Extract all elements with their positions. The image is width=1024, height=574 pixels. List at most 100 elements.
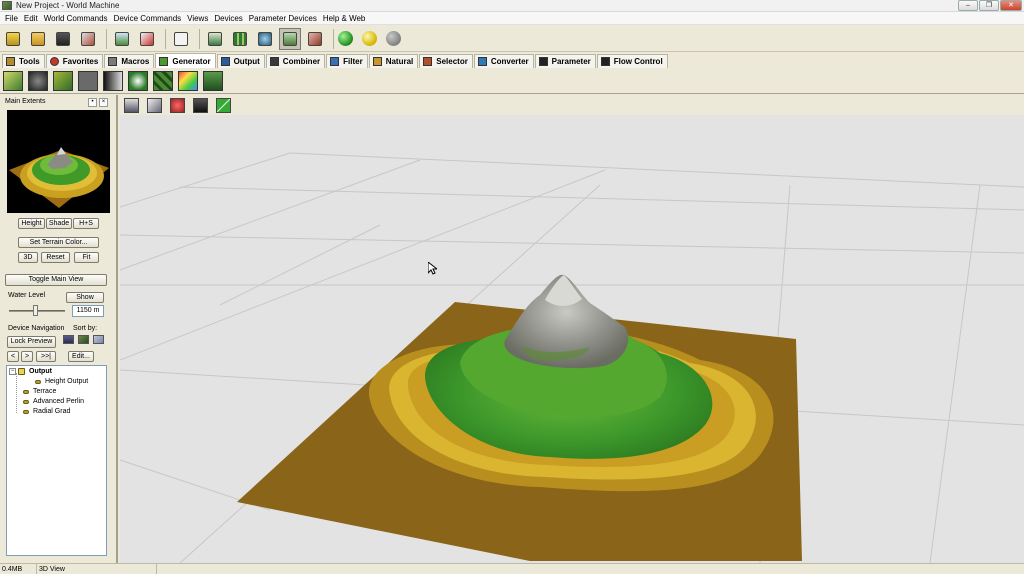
tree-item-advanced-perlin[interactable]: Advanced Perlin — [23, 398, 84, 405]
lighting-icon[interactable] — [147, 97, 162, 113]
build-button[interactable] — [77, 28, 99, 50]
menu-edit[interactable]: Edit — [21, 12, 41, 25]
3d-view-button[interactable] — [279, 27, 301, 50]
render-settings-icon[interactable] — [170, 97, 185, 113]
menu-world-commands[interactable]: World Commands — [41, 12, 111, 25]
file-input-device-icon[interactable] — [203, 70, 223, 91]
menu-device-commands[interactable]: Device Commands — [111, 12, 185, 25]
menu-parameter-devices[interactable]: Parameter Devices — [246, 12, 320, 25]
constant-device-icon[interactable] — [78, 70, 98, 91]
layout-view-button[interactable] — [229, 28, 251, 50]
sort-graph-icon[interactable] — [78, 335, 89, 344]
set-terrain-color-button[interactable]: Set Terrain Color... — [18, 237, 99, 248]
preview-reset-button[interactable]: Reset — [41, 252, 70, 263]
randomize-button[interactable] — [170, 28, 192, 50]
build-green-orb-icon[interactable] — [338, 31, 353, 46]
save-project-button[interactable] — [52, 28, 74, 50]
height-shade-view-button[interactable]: H+S — [73, 218, 99, 229]
screenshot-camera-icon[interactable] — [193, 97, 208, 113]
tree-item-output[interactable]: − Output — [9, 368, 52, 375]
tab-generator[interactable]: Generator — [155, 53, 216, 68]
lock-preview-button[interactable]: Lock Preview — [7, 336, 56, 348]
nav-forward-button[interactable]: > — [21, 351, 33, 362]
terrain-3d-render — [120, 152, 1024, 563]
combiner-icon — [269, 57, 279, 66]
basic-noise-device-icon[interactable] — [3, 70, 23, 91]
shade-view-button[interactable]: Shade — [46, 218, 72, 229]
window-title: New Project - World Machine — [16, 1, 120, 10]
nav-last-button[interactable]: >>| — [36, 351, 56, 362]
terrain-preview-button[interactable] — [111, 28, 133, 50]
open-project-button[interactable] — [27, 28, 49, 50]
camera-view-icon[interactable] — [124, 97, 139, 113]
water-level-slider-thumb[interactable] — [33, 305, 38, 316]
tree-item-terrace[interactable]: Terrace — [23, 388, 56, 395]
sort-type-icon[interactable] — [93, 335, 104, 344]
device-view-button[interactable] — [204, 28, 226, 50]
preview-fit-button[interactable]: Fit — [74, 252, 99, 263]
tab-natural[interactable]: Natural — [368, 54, 419, 68]
terrain-preview-image — [9, 147, 109, 208]
device-tree[interactable]: − Output Height Output Terrace Advanced … — [6, 365, 107, 556]
toggle-main-view-button[interactable]: Toggle Main View — [5, 274, 107, 286]
build-yellow-orb-icon[interactable] — [362, 31, 377, 46]
panel-pin-icon[interactable]: • — [88, 98, 97, 107]
wireframe-icon[interactable] — [216, 97, 231, 113]
tab-combiner[interactable]: Combiner — [265, 54, 326, 68]
build-gray-orb-icon[interactable] — [386, 31, 401, 46]
voronoi-device-icon[interactable] — [53, 70, 73, 91]
status-memory: 0.4MB — [0, 563, 37, 574]
tools-icon — [6, 57, 15, 66]
render-button[interactable] — [136, 28, 158, 50]
water-show-button[interactable]: Show — [66, 292, 104, 303]
nav-back-button[interactable]: < — [7, 351, 19, 362]
tab-selector[interactable]: Selector — [419, 54, 473, 68]
brush-icon — [308, 31, 322, 46]
app-icon — [2, 1, 12, 10]
tab-favorites[interactable]: Favorites — [45, 54, 104, 68]
preview-3d-button[interactable]: 3D — [18, 252, 38, 263]
menu-views[interactable]: Views — [184, 12, 211, 25]
device-navigation-label: Device Navigation — [8, 325, 65, 332]
device-graph-icon — [208, 31, 222, 46]
generator-device-strip — [0, 68, 1024, 94]
parameter-icon — [538, 57, 548, 66]
converter-icon — [477, 57, 487, 66]
new-project-button[interactable] — [2, 28, 24, 50]
heart-icon — [49, 57, 59, 66]
world-view-button[interactable] — [254, 28, 276, 50]
tab-output[interactable]: Output — [216, 54, 265, 68]
explorer-view-button[interactable] — [304, 28, 326, 50]
voronoi-cells-device-icon[interactable] — [153, 70, 173, 91]
maximize-button[interactable]: ❐ — [979, 0, 999, 11]
3d-terrain-icon — [283, 31, 297, 46]
water-level-input[interactable]: 1150 m — [72, 305, 104, 317]
tab-flow-control[interactable]: Flow Control — [596, 54, 668, 68]
edit-button[interactable]: Edit... — [68, 351, 94, 362]
menu-devices[interactable]: Devices — [211, 12, 245, 25]
menu-file[interactable]: File — [2, 12, 21, 25]
menu-help-web[interactable]: Help & Web — [320, 12, 369, 25]
tab-parameter[interactable]: Parameter — [534, 54, 596, 68]
tab-converter[interactable]: Converter — [473, 54, 534, 68]
minimize-button[interactable]: – — [958, 0, 978, 11]
tab-filter[interactable]: Filter — [326, 54, 368, 68]
height-view-button[interactable]: Height — [18, 218, 45, 229]
close-button[interactable]: ✕ — [1000, 0, 1022, 11]
sort-list-icon[interactable] — [63, 335, 74, 344]
gradient-device-icon[interactable] — [103, 70, 123, 91]
radial-gradient-device-icon[interactable] — [128, 70, 148, 91]
title-bar: New Project - World Machine – ❐ ✕ — [0, 0, 1024, 12]
tab-tools[interactable]: Tools — [2, 54, 45, 68]
sort-by-label: Sort by: — [73, 325, 98, 332]
tree-item-radial-grad[interactable]: Radial Grad — [23, 408, 70, 415]
advanced-perlin-device-icon[interactable] — [28, 70, 48, 91]
color-device-icon[interactable] — [178, 70, 198, 91]
tab-macros[interactable]: Macros — [104, 54, 155, 68]
panel-close-icon[interactable]: × — [99, 98, 108, 107]
terrain-preview[interactable] — [7, 110, 110, 213]
dice-icon — [174, 31, 188, 46]
3d-viewport[interactable] — [120, 115, 1024, 563]
collapse-icon[interactable]: − — [9, 368, 16, 375]
tree-item-height-output[interactable]: Height Output — [35, 378, 88, 385]
